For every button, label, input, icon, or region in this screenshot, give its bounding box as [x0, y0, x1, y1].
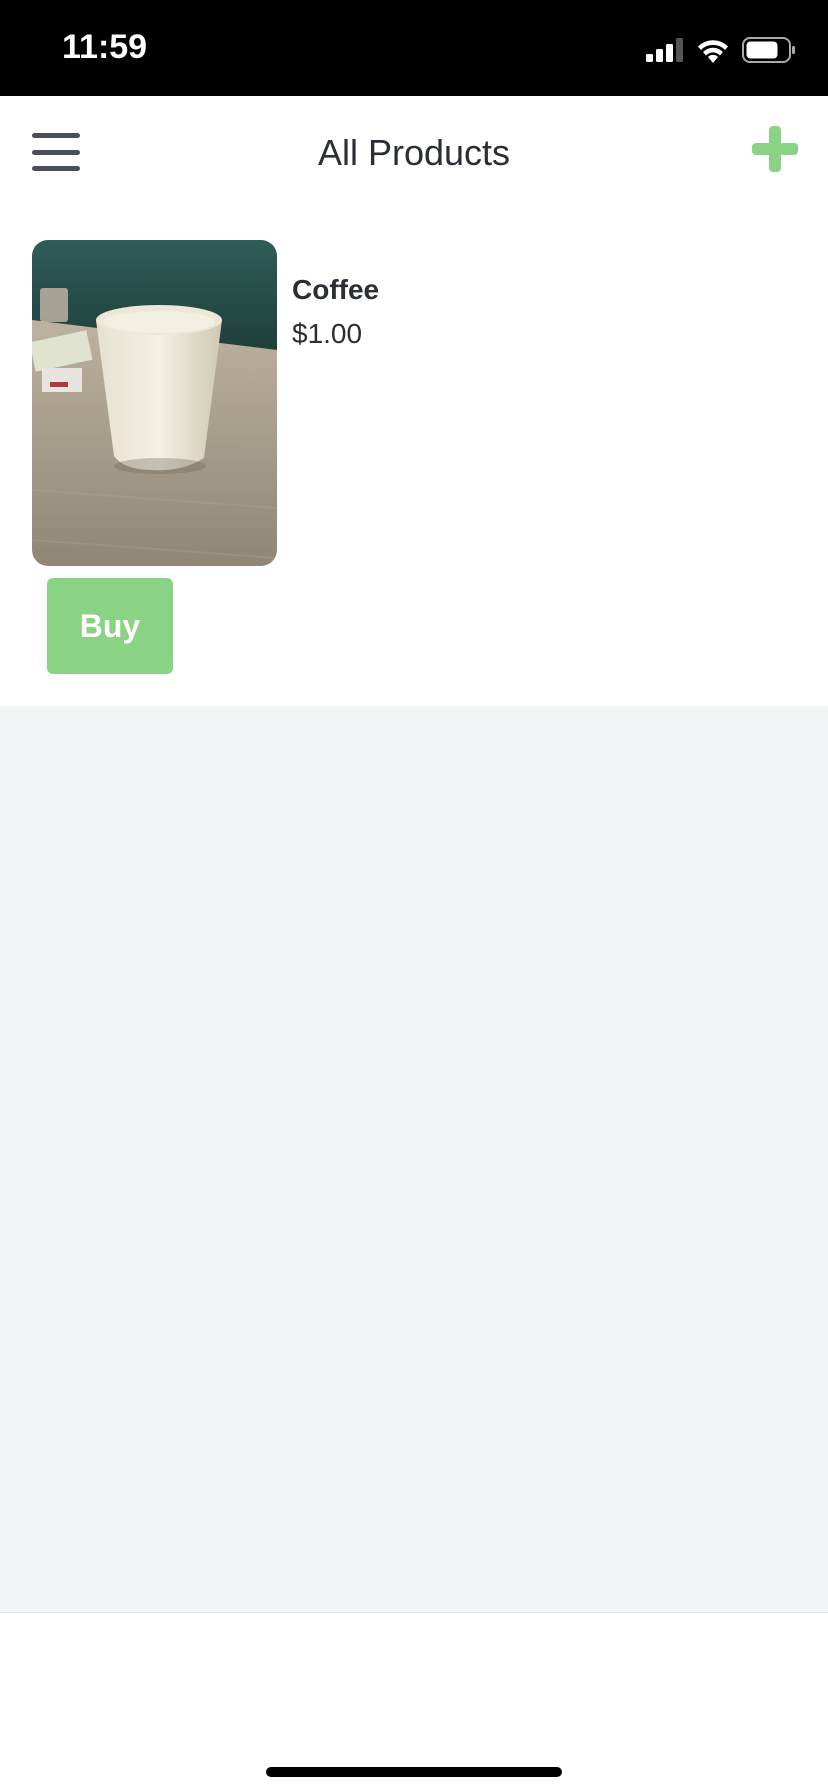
page-title: All Products [317, 132, 511, 173]
product-list: Coffee $1.00 Buy [0, 208, 828, 706]
app-header: All Products [0, 96, 828, 208]
product-price: $1.00 [292, 318, 363, 349]
plus-icon[interactable] [752, 126, 798, 172]
cellular-signal-icon [646, 38, 683, 62]
home-indicator[interactable] [266, 1767, 562, 1777]
status-bar: 11:59 [0, 0, 828, 96]
battery-icon [742, 37, 795, 63]
buy-button[interactable]: Buy [47, 578, 173, 674]
wifi-icon [698, 40, 728, 63]
status-icons [646, 34, 796, 66]
bottom-safe-area [0, 1612, 828, 1792]
product-name: Coffee [292, 274, 380, 305]
product-card: Coffee $1.00 Buy [32, 240, 802, 680]
status-time: 11:59 [62, 28, 148, 66]
product-image [32, 240, 277, 566]
